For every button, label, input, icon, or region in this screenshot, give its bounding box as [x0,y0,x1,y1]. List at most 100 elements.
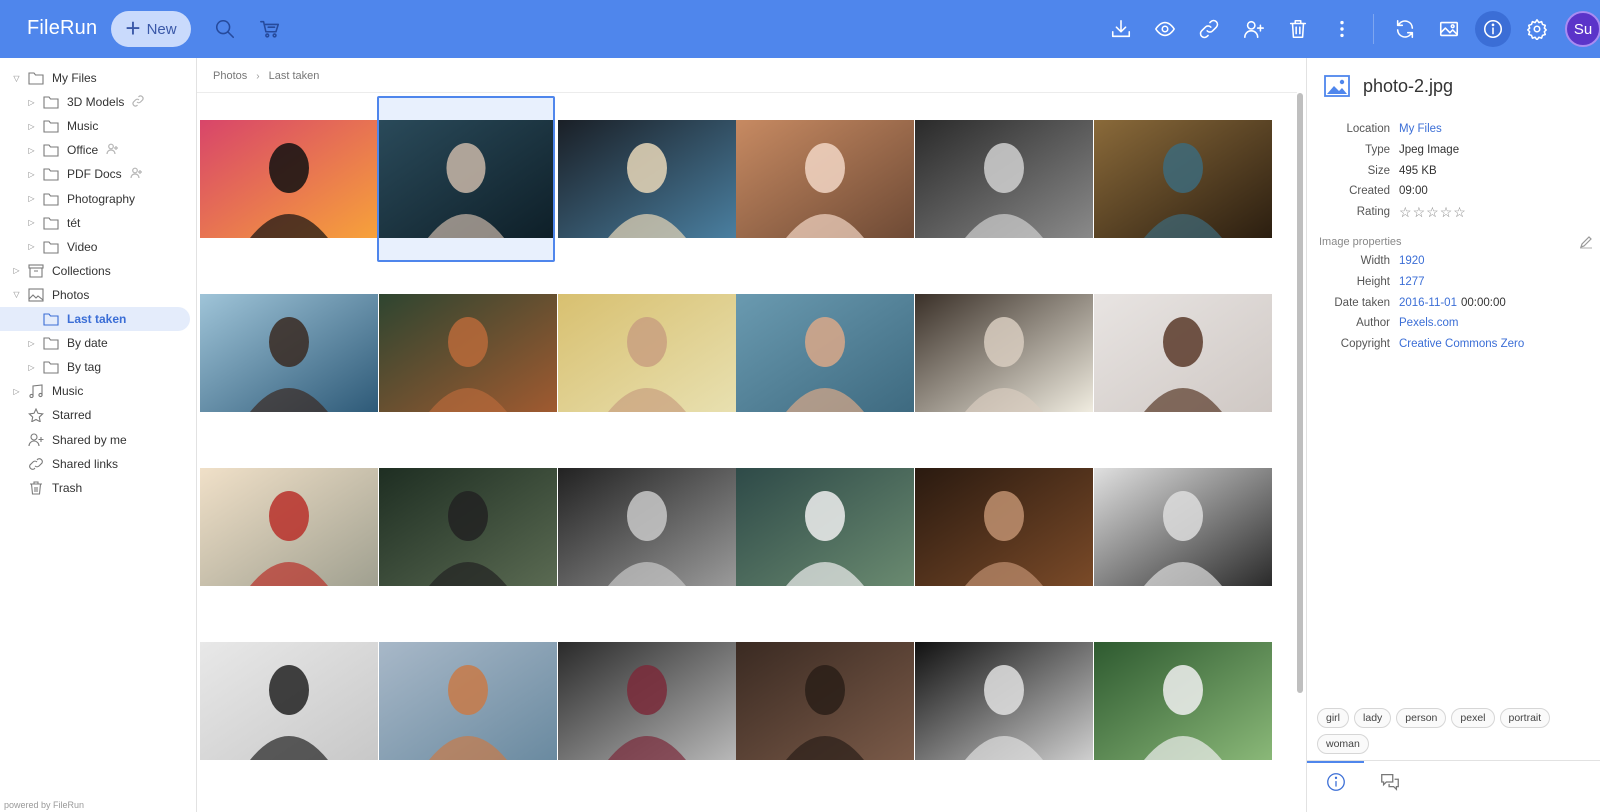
rating-stars[interactable]: ☆ ☆ ☆ ☆ ☆ [1399,204,1466,226]
cart-icon[interactable] [254,13,286,45]
photo-thumbnail[interactable] [377,96,555,262]
photo-thumbnail[interactable] [555,618,736,784]
search-icon[interactable] [209,13,241,45]
preview-icon[interactable] [1149,13,1181,45]
photo-thumbnail[interactable] [197,618,378,784]
toolbar-divider [1373,14,1374,44]
expand-arrow-icon[interactable]: ▷ [27,122,36,131]
expand-arrow-icon[interactable]: ▷ [27,98,36,107]
photo-thumbnail[interactable] [376,618,557,784]
property-value[interactable]: Pexels.com [1399,317,1458,337]
new-button[interactable]: + New [111,11,191,47]
sidebar-item-photos[interactable]: ▽ Photos [0,283,89,307]
sidebar-item-music[interactable]: ▷ Music [0,379,83,403]
property-value: 495 KB [1399,164,1437,177]
photo-thumbnail[interactable] [376,270,557,436]
photo-image-bearded-beanie [558,642,736,760]
sidebar-item-video[interactable]: ▷ Video [0,235,97,259]
more-icon[interactable] [1326,13,1358,45]
property-value[interactable]: My Files [1399,123,1442,143]
sidebar-item-office[interactable]: ▷ Office [0,138,119,162]
photo-thumbnail[interactable] [912,96,1093,262]
info-tab-icon[interactable] [1325,771,1349,795]
photo-thumbnail[interactable] [1091,618,1272,784]
sidebar-item-by-date[interactable]: ▷ By date [0,331,107,355]
user-avatar[interactable]: Su [1565,11,1600,47]
tag-chip[interactable]: lady [1354,708,1392,728]
expand-arrow-icon[interactable]: ▷ [27,363,36,372]
grid-scrollbar[interactable] [1297,93,1303,693]
sidebar-item-my-files[interactable]: ▽ My Files [0,66,96,90]
sidebar-item-3d-models[interactable]: ▷ 3D Models [0,90,144,114]
expand-arrow-icon[interactable]: ▷ [27,242,36,251]
expand-arrow-icon[interactable]: ▷ [27,170,36,179]
tag-chip[interactable]: portrait [1499,708,1551,728]
star-icon[interactable]: ☆ [1426,204,1439,226]
photo-thumbnail[interactable] [912,444,1093,610]
tag-chip[interactable]: pexel [1451,708,1495,728]
sidebar-item-trash[interactable]: Trash [0,476,82,500]
sidebar-item-music[interactable]: ▷ Music [0,114,98,138]
photo-thumbnail[interactable] [197,444,378,610]
property-value[interactable]: 1920 [1399,255,1425,275]
photo-thumbnail[interactable] [1091,96,1272,262]
sidebar-item-by-tag[interactable]: ▷ By tag [0,355,101,379]
star-icon[interactable]: ☆ [1399,204,1412,226]
info-icon[interactable] [1475,11,1511,47]
photo-thumbnail[interactable] [555,96,736,262]
expand-arrow-icon[interactable]: ▷ [27,194,36,203]
tag-chip[interactable]: person [1396,708,1447,728]
settings-icon[interactable] [1521,13,1553,45]
breadcrumb-item-last-taken[interactable]: Last taken [269,70,320,82]
sidebar-item-shared-links[interactable]: Shared links [0,452,118,476]
sidebar-item-pdf-docs[interactable]: ▷ PDF Docs [0,162,142,186]
download-icon[interactable] [1105,13,1137,45]
photo-thumbnail[interactable] [555,444,736,610]
link-icon[interactable] [1193,13,1225,45]
expand-arrow-icon[interactable]: ▷ [12,387,21,396]
photo-thumbnail[interactable] [555,270,736,436]
photo-thumbnail[interactable] [912,270,1093,436]
collapse-arrow-icon[interactable]: ▽ [12,290,21,299]
photo-thumbnail[interactable] [376,444,557,610]
expand-arrow-icon[interactable]: ▷ [27,146,36,155]
sidebar-item-last-taken[interactable]: Last taken [0,307,190,331]
photo-thumbnail[interactable] [733,618,914,784]
property-value[interactable]: 1277 [1399,276,1425,296]
share-user-icon[interactable] [1238,13,1270,45]
comments-tab-icon[interactable] [1379,771,1403,795]
photo-thumbnail[interactable] [1091,270,1272,436]
image-view-icon[interactable] [1433,13,1465,45]
app-logo[interactable]: FileRun [27,17,97,40]
new-button-label: New [146,20,177,38]
sidebar-item-photography[interactable]: ▷ Photography [0,187,135,211]
photo-thumbnail[interactable] [733,270,914,436]
expand-arrow-icon[interactable]: ▷ [27,218,36,227]
expand-arrow-icon[interactable]: ▷ [12,266,21,275]
star-icon[interactable]: ☆ [1453,204,1466,226]
property-value[interactable]: Creative Commons Zero [1399,338,1524,358]
sidebar-item-t-t[interactable]: ▷ tét [0,211,80,235]
trash-icon[interactable] [1282,13,1314,45]
photo-thumbnail[interactable] [733,444,914,610]
tag-chip[interactable]: woman [1317,734,1369,754]
sidebar-item-collections[interactable]: ▷ Collections [0,259,110,283]
property-value[interactable]: 2016-11-01 [1399,297,1457,317]
star-icon[interactable]: ☆ [1440,204,1453,226]
sidebar-item-starred[interactable]: Starred [0,403,91,427]
refresh-icon[interactable] [1389,13,1421,45]
collapse-arrow-icon[interactable]: ▽ [12,74,21,83]
photo-thumbnail[interactable] [197,96,378,262]
top-toolbar: FileRun + New Su [0,0,1600,58]
photo-thumbnail[interactable] [197,270,378,436]
edit-icon[interactable] [1579,235,1593,249]
breadcrumb: Photos › Last taken [213,70,319,82]
expand-arrow-icon[interactable]: ▷ [27,339,36,348]
photo-thumbnail[interactable] [733,96,914,262]
sidebar-item-shared-by-me[interactable]: Shared by me [0,428,127,452]
star-icon[interactable]: ☆ [1413,204,1426,226]
tag-chip[interactable]: girl [1317,708,1350,728]
photo-thumbnail[interactable] [912,618,1093,784]
photo-thumbnail[interactable] [1091,444,1272,610]
breadcrumb-item-photos[interactable]: Photos [213,70,247,82]
